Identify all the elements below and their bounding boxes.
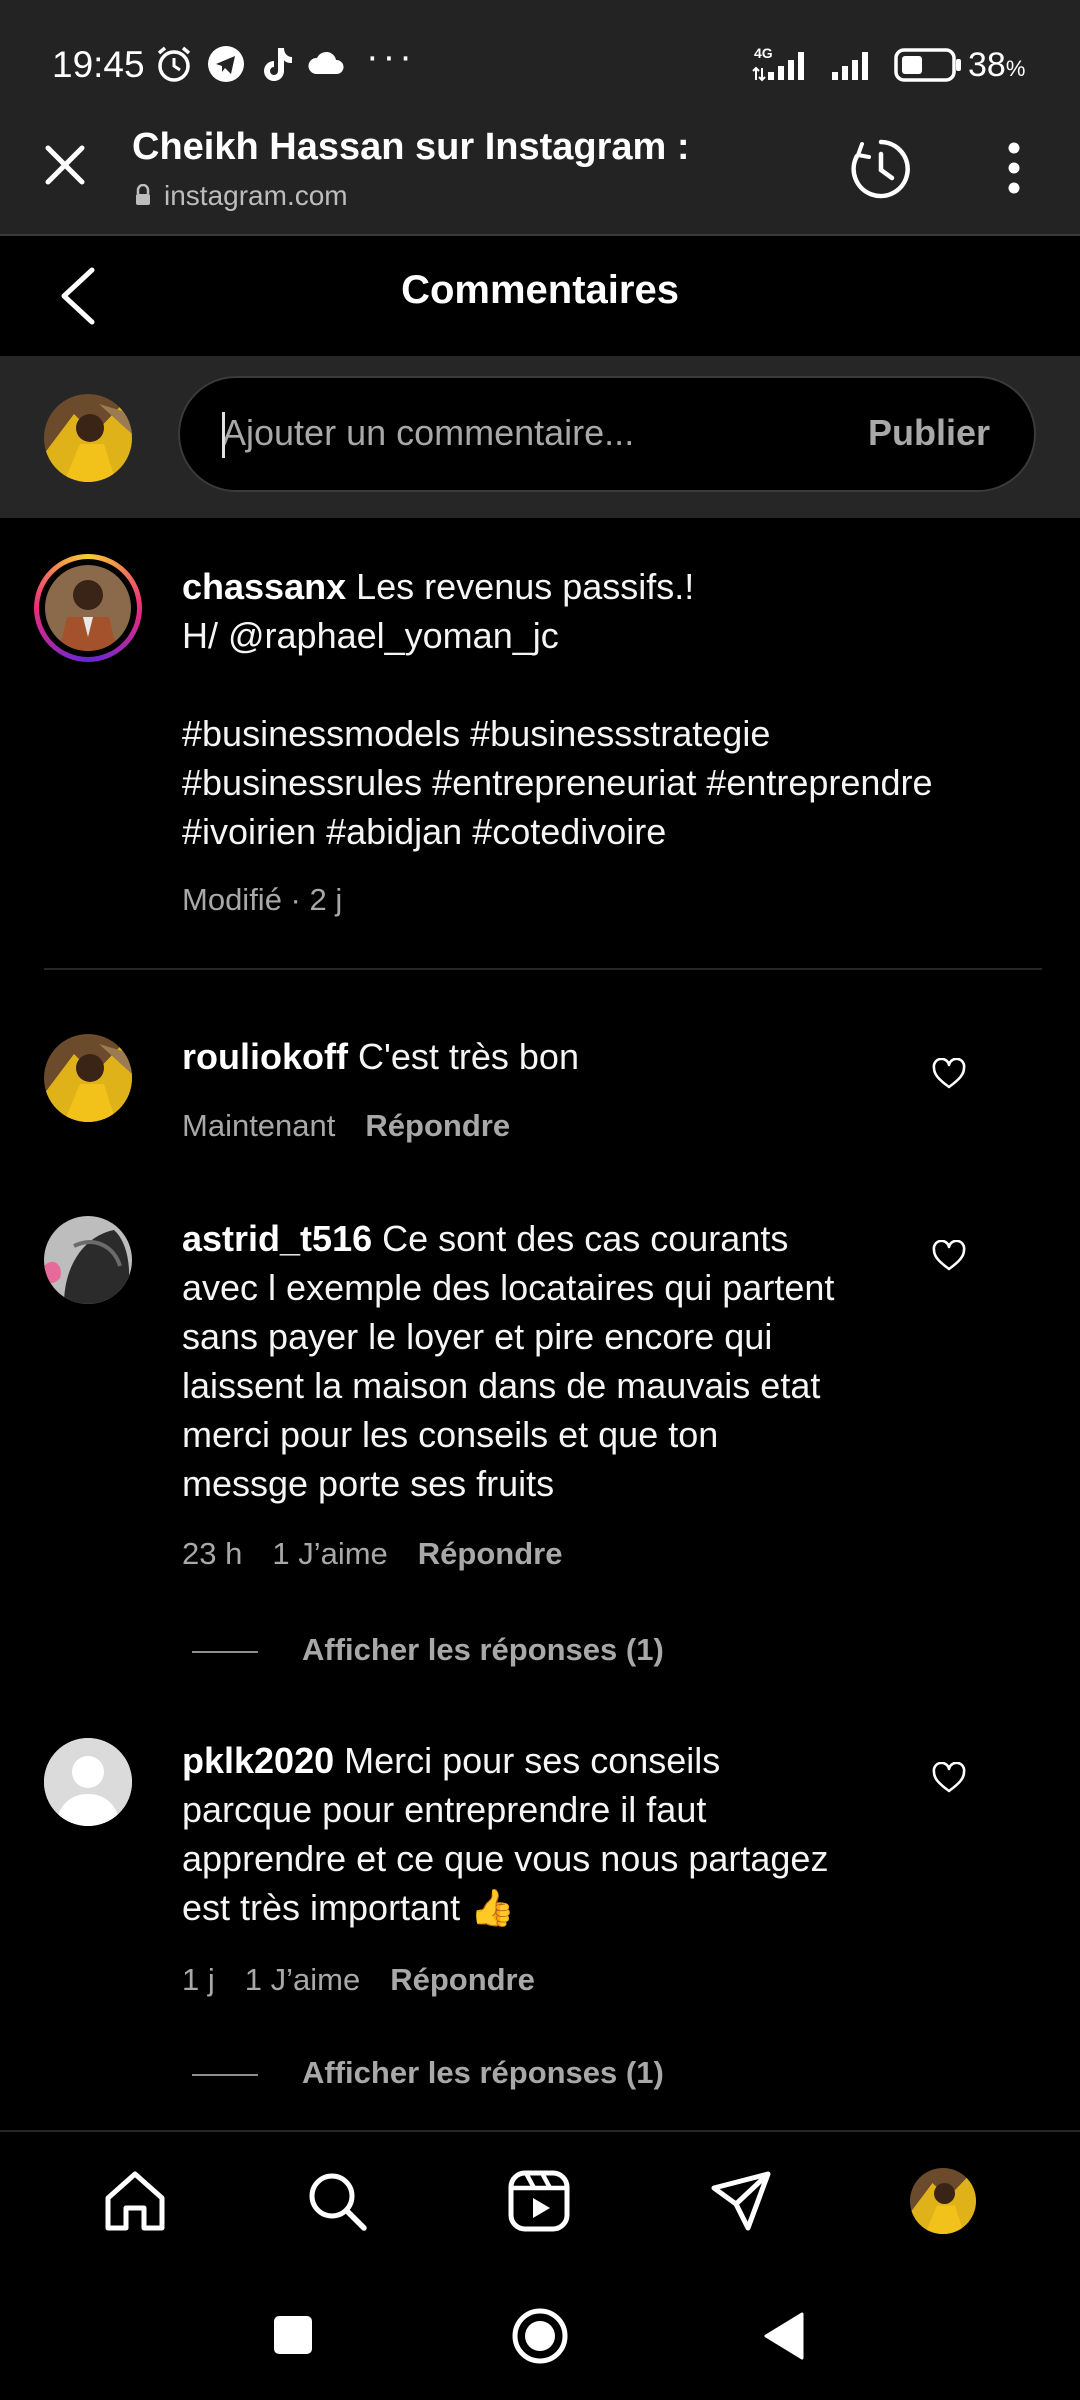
battery-percent: 38% (968, 46, 1026, 84)
like-heart-icon[interactable] (932, 1762, 966, 1794)
comment-text: rouliokoff C'est très bon (182, 1036, 579, 1077)
comment-text: astrid_t516 Ce sont des cas courants ave… (182, 1218, 835, 1504)
search-icon[interactable] (304, 2168, 370, 2234)
telegram-icon (208, 46, 244, 82)
battery-icon (894, 48, 961, 82)
history-icon[interactable] (848, 136, 914, 202)
caption-meta: Modifié · 2 j (182, 882, 343, 917)
comment-meta: Maintenant Répondre (182, 1108, 510, 1144)
page-title: Commentaires (401, 268, 679, 312)
comment-time: 23 h (182, 1536, 243, 1571)
status-time: 19:45 (52, 44, 145, 85)
reply-button[interactable]: Répondre (390, 1962, 535, 1997)
caption-text: chassanx Les revenus passifs.! H/ @rapha… (182, 566, 933, 852)
comment-meta: 1 j 1 J’aime Répondre (182, 1962, 535, 1998)
home-icon[interactable] (102, 2168, 168, 2234)
home-circle-icon[interactable] (510, 2306, 570, 2366)
recents-square-icon[interactable] (272, 2314, 314, 2356)
like-heart-icon[interactable] (932, 1240, 966, 1272)
caption-username[interactable]: chassanx (182, 566, 346, 607)
replies-line (192, 2074, 258, 2076)
comment-username[interactable]: rouliokoff (182, 1036, 348, 1077)
browser-url: instagram.com (164, 180, 348, 211)
profile-tab-avatar[interactable] (910, 2168, 976, 2234)
like-heart-icon[interactable] (932, 1058, 966, 1090)
reels-icon[interactable] (506, 2168, 572, 2234)
comment-meta: 23 h 1 J’aime Répondre (182, 1536, 562, 1572)
alarm-icon (157, 46, 191, 82)
comment-time: Maintenant (182, 1108, 336, 1143)
story-ring[interactable] (34, 554, 142, 662)
replies-line (192, 1651, 258, 1653)
text-caret (222, 412, 225, 458)
likes-count[interactable]: 1 J’aime (272, 1536, 387, 1571)
tiktok-icon (264, 48, 292, 81)
caption-divider (44, 968, 1042, 970)
browser-page-title: Cheikh Hassan sur Instagram : (132, 126, 690, 168)
signal-icon-2 (832, 52, 868, 80)
comment-username[interactable]: pklk2020 (182, 1740, 334, 1781)
view-replies-button[interactable]: Afficher les réponses (1) (302, 1632, 664, 1668)
cloud-icon (308, 51, 344, 74)
signal-icon (752, 52, 804, 82)
direct-message-icon[interactable] (708, 2168, 774, 2234)
default-avatar-icon[interactable] (44, 1738, 132, 1826)
comment-time: 1 j (182, 1962, 215, 1997)
reply-button[interactable]: Répondre (365, 1108, 510, 1143)
commenter-avatar[interactable] (44, 1034, 132, 1122)
view-replies-button[interactable]: Afficher les réponses (1) (302, 2055, 664, 2091)
lock-icon (136, 184, 150, 205)
back-triangle-icon[interactable] (762, 2310, 806, 2362)
current-user-avatar[interactable] (44, 394, 132, 482)
reply-button[interactable]: Répondre (418, 1536, 563, 1571)
commenter-avatar[interactable] (44, 1216, 132, 1304)
more-notifications-icon: ··· (366, 36, 416, 78)
caption-author-avatar (45, 565, 131, 651)
comment-username[interactable]: astrid_t516 (182, 1218, 372, 1259)
comment-input-placeholder: Ajouter un commentaire... (222, 412, 635, 453)
publish-button[interactable]: Publier (868, 412, 990, 454)
overflow-menu-icon[interactable] (998, 140, 1030, 196)
comment-text: pklk2020 Merci pour ses conseils parcque… (182, 1740, 829, 1928)
likes-count[interactable]: 1 J’aime (245, 1962, 360, 1997)
close-icon[interactable] (40, 140, 90, 190)
